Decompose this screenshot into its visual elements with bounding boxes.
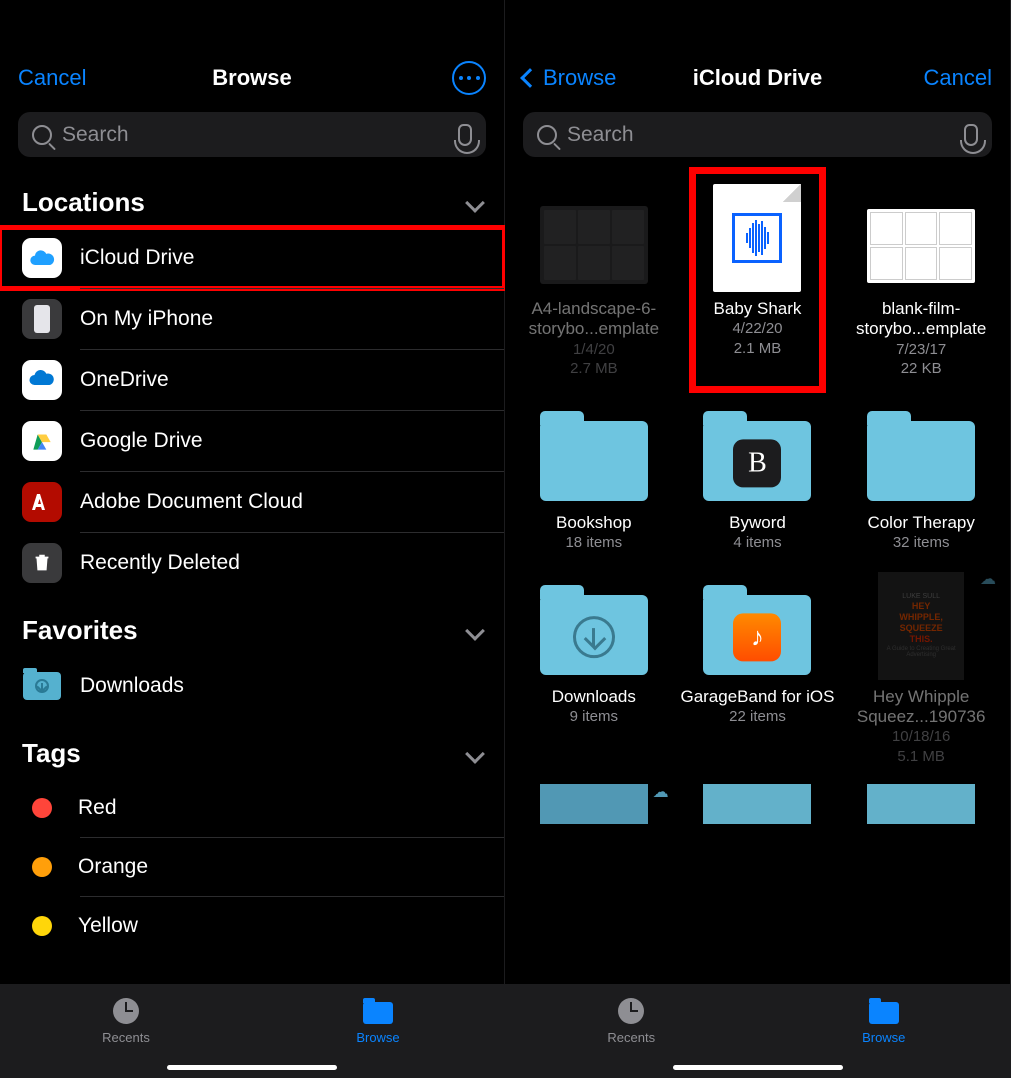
- home-indicator[interactable]: [673, 1065, 843, 1070]
- search-placeholder: Search: [567, 123, 954, 147]
- search-icon: [32, 125, 52, 145]
- tab-bar: Recents Browse: [505, 983, 1010, 1078]
- folder-bookshop[interactable]: Bookshop 18 items: [513, 393, 675, 557]
- document-thumb-icon: [540, 206, 648, 284]
- book-cover-icon: LUKE SULL HEYWHIPPLE,SQUEEZETHIS. A Guid…: [878, 572, 964, 680]
- tab-recents[interactable]: Recents: [0, 996, 252, 1045]
- garageband-app-icon: ♪: [733, 613, 781, 661]
- folder-icon: [540, 595, 648, 675]
- file-a4-storyboard[interactable]: A4-landscape-6-storybo...emplate 1/4/20 …: [513, 179, 675, 383]
- file-hey-whipple[interactable]: ☁ LUKE SULL HEYWHIPPLE,SQUEEZETHIS. A Gu…: [840, 567, 1002, 771]
- chevron-down-icon: [465, 193, 485, 213]
- folder-icon: [703, 784, 811, 824]
- location-recently-deleted[interactable]: Recently Deleted: [0, 533, 504, 593]
- google-drive-icon: [22, 421, 62, 461]
- folder-partial[interactable]: [840, 780, 1002, 834]
- tag-yellow[interactable]: Yellow: [0, 897, 504, 955]
- audio-document-icon: [713, 184, 801, 292]
- location-google-drive[interactable]: Google Drive: [0, 411, 504, 471]
- microphone-icon[interactable]: [458, 124, 472, 146]
- folder-partial[interactable]: [677, 780, 839, 834]
- downloads-icon: [573, 616, 615, 658]
- icloud-icon: [22, 238, 62, 278]
- microphone-icon[interactable]: [964, 124, 978, 146]
- folder-icon: [540, 784, 648, 824]
- cloud-download-icon: ☁: [980, 569, 996, 589]
- chevron-left-icon: [520, 68, 540, 88]
- navbar: Browse iCloud Drive Cancel: [505, 58, 1010, 98]
- folder-byword[interactable]: B Byword 4 items: [677, 393, 839, 557]
- folder-garageband[interactable]: ♪ GarageBand for iOS 22 items: [677, 567, 839, 771]
- clock-icon: [113, 998, 139, 1024]
- adobe-icon: [22, 482, 62, 522]
- locations-header[interactable]: Locations: [0, 157, 504, 228]
- tab-recents[interactable]: Recents: [505, 996, 758, 1045]
- location-icloud-drive[interactable]: iCloud Drive: [0, 228, 504, 288]
- more-options-button[interactable]: [452, 61, 486, 95]
- byword-app-icon: B: [733, 439, 781, 487]
- trash-icon: [22, 543, 62, 583]
- search-field[interactable]: Search: [523, 112, 992, 157]
- back-button[interactable]: Browse: [523, 65, 633, 91]
- location-onedrive[interactable]: OneDrive: [0, 350, 504, 410]
- file-baby-shark[interactable]: Baby Shark 4/22/20 2.1 MB: [677, 179, 839, 383]
- location-on-my-iphone[interactable]: On My iPhone: [0, 289, 504, 349]
- tag-red[interactable]: Red: [0, 779, 504, 837]
- tab-bar: Recents Browse: [0, 983, 504, 1078]
- cancel-button[interactable]: Cancel: [18, 65, 86, 91]
- tag-dot-icon: [32, 798, 52, 818]
- cancel-button[interactable]: Cancel: [924, 65, 992, 91]
- folder-icon: ♪: [703, 595, 811, 675]
- search-icon: [537, 125, 557, 145]
- location-adobe-document-cloud[interactable]: Adobe Document Cloud: [0, 472, 504, 532]
- favorites-header[interactable]: Favorites: [0, 593, 504, 656]
- home-indicator[interactable]: [167, 1065, 337, 1070]
- tab-browse[interactable]: Browse: [252, 996, 504, 1045]
- file-blank-film-storyboard[interactable]: blank-film-storybo...emplate 7/23/17 22 …: [840, 179, 1002, 383]
- folder-color-therapy[interactable]: Color Therapy 32 items: [840, 393, 1002, 557]
- tag-dot-icon: [32, 916, 52, 936]
- folder-partial[interactable]: ☁: [513, 780, 675, 834]
- folder-icon: B: [703, 421, 811, 501]
- tag-dot-icon: [32, 857, 52, 877]
- onedrive-icon: [22, 360, 62, 400]
- search-field[interactable]: Search: [18, 112, 486, 157]
- iphone-icon: [22, 299, 62, 339]
- chevron-down-icon: [465, 621, 485, 641]
- tag-orange[interactable]: Orange: [0, 838, 504, 896]
- folder-icon: [363, 1002, 393, 1024]
- icloud-drive-pane: Browse iCloud Drive Cancel Search A4-lan…: [505, 0, 1010, 1078]
- downloads-folder-icon: [22, 666, 62, 706]
- folder-icon: [867, 784, 975, 824]
- search-placeholder: Search: [62, 123, 448, 147]
- navbar: Cancel Browse: [0, 58, 504, 98]
- folder-icon: [867, 421, 975, 501]
- tab-browse[interactable]: Browse: [758, 996, 1011, 1045]
- cloud-download-icon: ☁: [653, 782, 669, 802]
- tags-header[interactable]: Tags: [0, 716, 504, 779]
- clock-icon: [618, 998, 644, 1024]
- browse-pane: Cancel Browse Search Locations iCloud Dr…: [0, 0, 505, 1078]
- folder-icon: [869, 1002, 899, 1024]
- files-grid: A4-landscape-6-storybo...emplate 1/4/20 …: [513, 179, 1002, 834]
- favorite-downloads[interactable]: Downloads: [0, 656, 504, 716]
- folder-icon: [540, 421, 648, 501]
- document-thumb-icon: [867, 209, 975, 283]
- chevron-down-icon: [465, 744, 485, 764]
- folder-downloads[interactable]: Downloads 9 items: [513, 567, 675, 771]
